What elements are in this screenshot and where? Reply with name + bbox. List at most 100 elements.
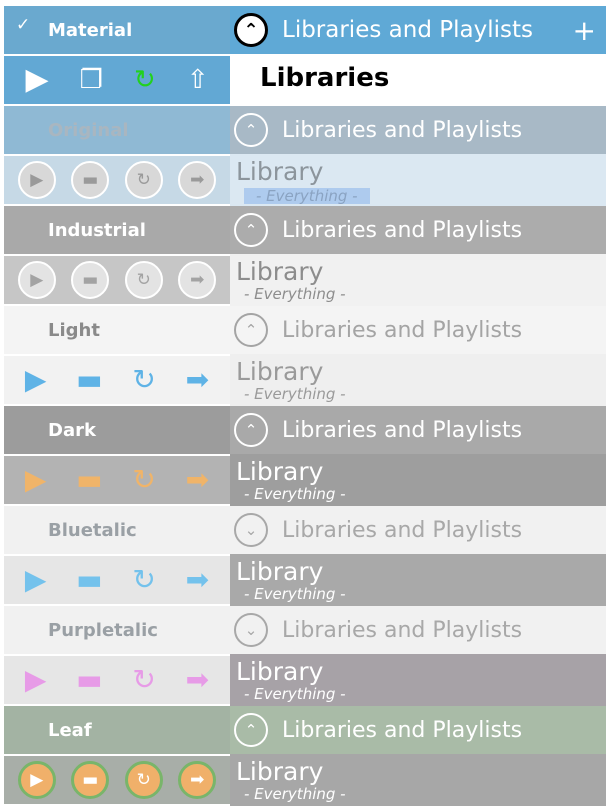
- add-icon[interactable]: +: [573, 14, 596, 47]
- arrow-right-icon[interactable]: ➡: [178, 261, 217, 299]
- library-subtitle: - Everything -: [244, 685, 346, 703]
- library-row-0[interactable]: Libraries: [230, 54, 606, 106]
- chevron-up-icon[interactable]: ⌃: [234, 113, 268, 147]
- theme-icons-6: ▶ ▬ ↻ ➡: [4, 656, 230, 704]
- library-row-6[interactable]: Library - Everything -: [230, 654, 606, 706]
- play-icon[interactable]: ▶: [17, 161, 56, 199]
- theme-header-7[interactable]: Leaf: [4, 706, 230, 754]
- arrow-right-icon[interactable]: ➡: [178, 761, 217, 799]
- check-icon: ✓: [16, 15, 31, 35]
- monitor-icon[interactable]: ▬: [76, 466, 102, 494]
- library-row-1[interactable]: Library - Everything -: [230, 154, 606, 206]
- theme-icons-7: ▶ ▬ ↻ ➡: [4, 756, 230, 804]
- library-title: Libraries: [260, 63, 390, 93]
- play-icon[interactable]: ▶: [26, 65, 49, 95]
- monitor-icon[interactable]: ▬: [71, 261, 110, 299]
- monitor-icon[interactable]: ▬: [76, 566, 102, 594]
- play-icon[interactable]: ▶: [25, 366, 47, 394]
- refresh-icon[interactable]: ↻: [124, 161, 163, 199]
- panel-header-title: Libraries and Playlists: [282, 17, 533, 43]
- library-title: Library: [236, 157, 324, 186]
- theme-name: Bluetalic: [48, 519, 137, 541]
- theme-name: Purpletalic: [48, 619, 158, 641]
- theme-header-3[interactable]: Light: [4, 306, 230, 354]
- panel-header-title: Libraries and Playlists: [282, 617, 523, 643]
- chevron-down-icon[interactable]: ⌄: [234, 513, 268, 547]
- play-icon[interactable]: ▶: [25, 666, 47, 694]
- chevron-down-icon[interactable]: ⌄: [234, 613, 268, 647]
- library-subtitle: - Everything -: [244, 485, 346, 503]
- library-row-7[interactable]: Library - Everything -: [230, 754, 606, 806]
- monitor-icon[interactable]: ▬: [71, 161, 110, 199]
- panel-header-title: Libraries and Playlists: [282, 317, 523, 343]
- play-icon[interactable]: ▶: [25, 466, 47, 494]
- arrow-right-icon[interactable]: ➡: [186, 566, 209, 594]
- libraries-playlists-header-0[interactable]: ⌃ Libraries and Playlists +: [230, 6, 606, 54]
- panel-header-title: Libraries and Playlists: [282, 117, 523, 143]
- libraries-playlists-header-2[interactable]: ⌃ Libraries and Playlists: [230, 206, 606, 254]
- arrow-right-icon[interactable]: ➡: [186, 666, 209, 694]
- monitor-icon[interactable]: ▬: [76, 366, 102, 394]
- library-title: Library: [236, 657, 324, 686]
- monitor-icon[interactable]: ▬: [76, 666, 102, 694]
- libraries-playlists-header-1[interactable]: ⌃ Libraries and Playlists: [230, 106, 606, 154]
- library-subtitle: - Everything -: [244, 585, 346, 603]
- monitor-icon[interactable]: ▬: [71, 761, 110, 799]
- refresh-icon[interactable]: ↻: [124, 761, 163, 799]
- refresh-icon[interactable]: ↻: [132, 666, 155, 694]
- theme-preview: ✓ Material ▶ ❐ ↻ ⇧ Original ▶ ▬ ↻ ➡ Industrial ▶ ▬ ↻ ➡ L…: [4, 6, 606, 809]
- theme-name: Leaf: [48, 719, 92, 741]
- refresh-icon[interactable]: ↻: [132, 566, 155, 594]
- panel-header-title: Libraries and Playlists: [282, 517, 523, 543]
- chevron-up-icon[interactable]: ⌃: [234, 13, 268, 47]
- library-title: Library: [236, 557, 324, 586]
- library-title: Library: [236, 357, 324, 386]
- library-row-5[interactable]: Library - Everything -: [230, 554, 606, 606]
- theme-name: Light: [48, 319, 100, 341]
- libraries-playlists-header-6[interactable]: ⌄ Libraries and Playlists: [230, 606, 606, 654]
- library-row-4[interactable]: Library - Everything -: [230, 454, 606, 506]
- panel-header-title: Libraries and Playlists: [282, 217, 523, 243]
- libraries-playlists-header-5[interactable]: ⌄ Libraries and Playlists: [230, 506, 606, 554]
- library-row-2[interactable]: Library - Everything -: [230, 254, 606, 306]
- refresh-icon[interactable]: ↻: [132, 466, 155, 494]
- chevron-up-icon[interactable]: ⌃: [234, 213, 268, 247]
- theme-header-4[interactable]: Dark: [4, 406, 230, 454]
- theme-header-5[interactable]: Bluetalic: [4, 506, 230, 554]
- library-subtitle: - Everything -: [244, 385, 346, 403]
- theme-header-6[interactable]: Purpletalic: [4, 606, 230, 654]
- theme-icons-2: ▶ ▬ ↻ ➡: [4, 256, 230, 304]
- libraries-playlists-header-3[interactable]: ⌃ Libraries and Playlists: [230, 306, 606, 354]
- arrow-right-icon[interactable]: ➡: [178, 161, 217, 199]
- chevron-up-icon[interactable]: ⌃: [234, 313, 268, 347]
- theme-icons-3: ▶ ▬ ↻ ➡: [4, 356, 230, 404]
- window-icon[interactable]: ❐: [80, 67, 103, 93]
- refresh-icon[interactable]: ↻: [132, 366, 155, 394]
- theme-header-2[interactable]: Industrial: [4, 206, 230, 254]
- theme-name: Industrial: [48, 219, 146, 241]
- library-title: Library: [236, 757, 324, 786]
- library-row-3[interactable]: Library - Everything -: [230, 354, 606, 406]
- share-icon[interactable]: ⇧: [187, 67, 209, 93]
- arrow-right-icon[interactable]: ➡: [186, 366, 209, 394]
- arrow-right-icon[interactable]: ➡: [186, 466, 209, 494]
- play-icon[interactable]: ▶: [17, 761, 56, 799]
- libraries-playlists-header-7[interactable]: ⌃ Libraries and Playlists: [230, 706, 606, 754]
- play-icon[interactable]: ▶: [25, 566, 47, 594]
- library-subtitle: - Everything -: [244, 285, 346, 303]
- play-icon[interactable]: ▶: [17, 261, 56, 299]
- theme-icons-5: ▶ ▬ ↻ ➡: [4, 556, 230, 604]
- theme-header-1[interactable]: Original: [4, 106, 230, 154]
- refresh-icon[interactable]: ↻: [134, 67, 156, 93]
- refresh-icon[interactable]: ↻: [124, 261, 163, 299]
- theme-icons-0: ▶ ❐ ↻ ⇧: [4, 56, 230, 104]
- panel-header-title: Libraries and Playlists: [282, 717, 523, 743]
- libraries-playlists-header-4[interactable]: ⌃ Libraries and Playlists: [230, 406, 606, 454]
- chevron-up-icon[interactable]: ⌃: [234, 413, 268, 447]
- chevron-up-icon[interactable]: ⌃: [234, 713, 268, 747]
- theme-header-0[interactable]: ✓ Material: [4, 6, 230, 54]
- library-title: Library: [236, 457, 324, 486]
- library-title: Library: [236, 257, 324, 286]
- panel-header-title: Libraries and Playlists: [282, 417, 523, 443]
- theme-name: Dark: [48, 419, 96, 441]
